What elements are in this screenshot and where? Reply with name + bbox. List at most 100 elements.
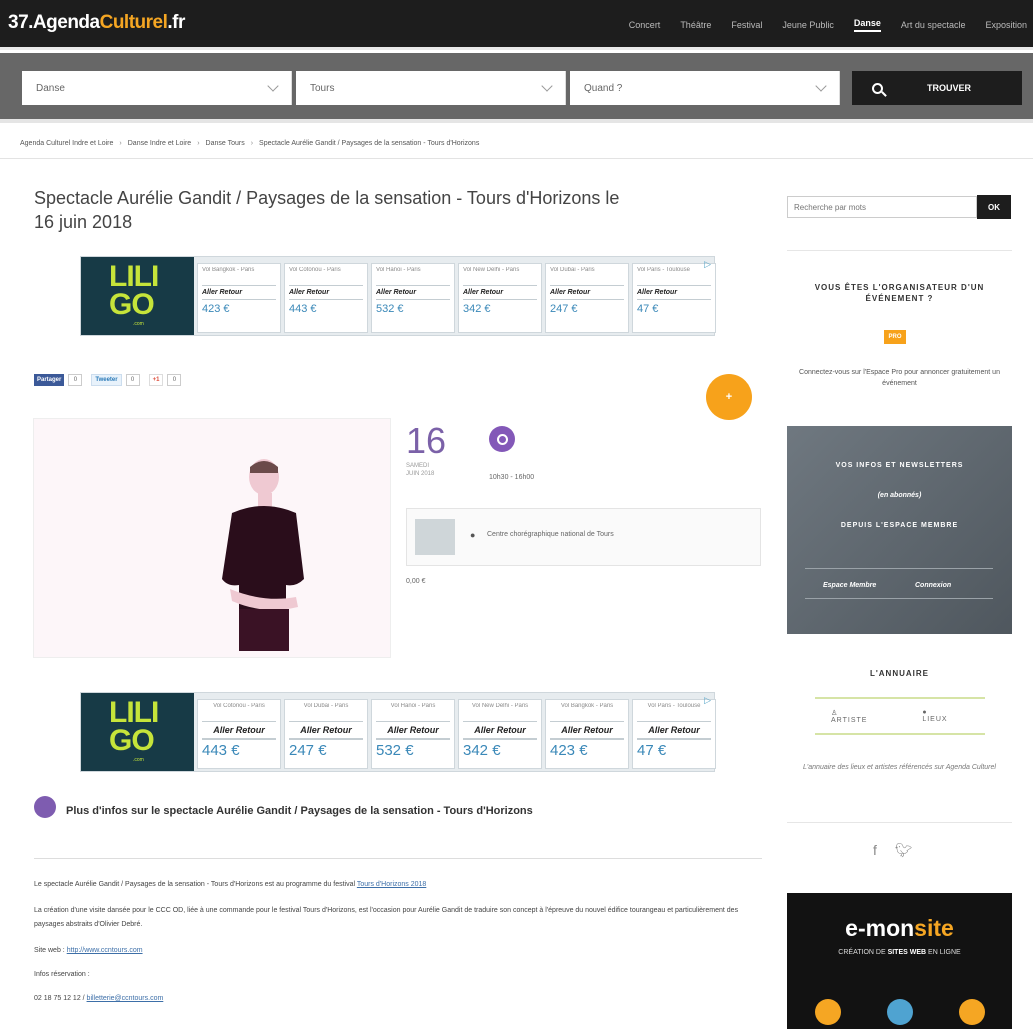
feature-icon [959, 999, 985, 1025]
clock-icon [489, 426, 515, 452]
breadcrumb-item[interactable]: Agenda Culturel Indre et Loire [20, 140, 113, 147]
breadcrumb-separator: › [119, 140, 122, 147]
offer-label: Aller Retour [202, 285, 276, 300]
emonsite-tagline-text: EN LIGNE [926, 949, 961, 956]
offer-label: Aller Retour [550, 285, 624, 300]
emonsite-logo-text: e-mon [845, 915, 915, 941]
nav-concert[interactable]: Concert [629, 20, 661, 30]
tweet-label: Tweeter [95, 377, 118, 383]
user-icon: ♙ [831, 709, 839, 717]
member-space-link[interactable]: Espace Membre [823, 582, 876, 589]
keyword-search-input[interactable] [787, 196, 977, 218]
divider [787, 822, 1012, 823]
page-title: Spectacle Aurélie Gandit / Paysages de l… [34, 188, 620, 232]
offer-route: Vol Cotonou - Paris [289, 267, 341, 273]
gplus-button[interactable]: +1 [148, 374, 164, 386]
website-line: Site web : http://www.ccntours.com [34, 944, 764, 958]
logo-suffix: .fr [167, 12, 185, 33]
breadcrumb-separator: › [197, 140, 200, 147]
offer-price: 532 € [376, 739, 450, 759]
breadcrumb-item[interactable]: Danse Tours [206, 140, 245, 147]
facebook-share-button[interactable]: Partager [34, 374, 65, 386]
search-band: Danse Tours Quand ? TROUVER [0, 53, 1033, 123]
directory-tabs: ♙ ARTISTE ● LIEUX [815, 697, 985, 735]
venues-tab[interactable]: ● LIEUX [914, 709, 977, 723]
adchoices-icon[interactable]: ▷ [704, 259, 711, 270]
nav-jeune-public[interactable]: Jeune Public [782, 20, 834, 30]
emonsite-icons [815, 999, 985, 1025]
gplus-count: 0 [167, 374, 182, 386]
ad-offer[interactable]: Vol Hanoi - Paris Aller Retour 532 € [371, 699, 455, 769]
venue-thumbnail [415, 519, 455, 555]
category-select[interactable]: Danse [22, 71, 292, 105]
ad-offers: Vol Cotonou - Paris Aller Retour 443 € Vol… [197, 699, 719, 769]
nav-exposition[interactable]: Exposition [985, 20, 1027, 30]
offer-price: 342 € [463, 303, 491, 315]
venue-name[interactable]: Centre chorégraphique national de Tours [487, 531, 614, 538]
contact-email-link[interactable]: billetterie@ccntours.com [87, 995, 164, 1002]
offer-label: Aller Retour [637, 285, 711, 300]
emonsite-ad[interactable]: e-monsite CRÉATION DE SITES WEB EN LIGNE [787, 893, 1012, 1029]
ad-offer[interactable]: Vol Bangkok - Paris Aller Retour 423 € [197, 263, 281, 333]
feature-icon [815, 999, 841, 1025]
organizer-text[interactable]: Connectez-vous sur l'Espace Pro pour ann… [787, 367, 1012, 389]
ad-offer[interactable]: Vol Paris - Toulouse Aller Retour 47 € [632, 263, 716, 333]
find-button-label: TROUVER [927, 83, 972, 93]
twitter-icon[interactable]: 🐦︎ [895, 842, 913, 858]
ad-brand-logo: LILI GO .com [81, 257, 194, 335]
ad-offer[interactable]: Vol Cotonou - Paris Aller Retour 443 € [284, 263, 368, 333]
ad-offer[interactable]: Vol Bangkok - Paris Aller Retour 423 € [545, 699, 629, 769]
venue-card[interactable]: ● Centre chorégraphique national de Tour… [406, 508, 761, 566]
banner-ad-bottom[interactable]: LILI GO .com Vol Cotonou - Paris Aller Re… [80, 692, 716, 772]
ad-offer[interactable]: Vol Cotonou - Paris Aller Retour 443 € [197, 699, 281, 769]
nav-festival[interactable]: Festival [731, 20, 762, 30]
city-select-value: Tours [310, 83, 335, 94]
festival-link[interactable]: Tours d'Horizons 2018 [357, 881, 426, 888]
website-link[interactable]: http://www.ccntours.com [67, 947, 143, 954]
info-icon [34, 796, 56, 818]
nav-theatre[interactable]: Théâtre [680, 20, 711, 30]
newsletter-title: VOS INFOS ET NEWSLETTERS [835, 462, 964, 469]
find-button[interactable]: TROUVER [852, 71, 1022, 105]
ad-offer[interactable]: Vol Hanoi - Paris Aller Retour 532 € [371, 263, 455, 333]
keyword-search-ok-button[interactable]: OK [977, 195, 1011, 219]
ad-offer[interactable]: Vol Paris - Toulouse Aller Retour 47 € [632, 699, 716, 769]
logo-brand: Agenda [32, 12, 100, 33]
banner-ad-top[interactable]: LILI GO .com Vol Bangkok - Paris Aller Re… [80, 256, 716, 336]
ad-offers: Vol Bangkok - Paris Aller Retour 423 € Vol… [197, 263, 719, 333]
nav-art-du-spectacle[interactable]: Art du spectacle [901, 20, 966, 30]
ad-offer[interactable]: Vol New Delhi - Paris Aller Retour 342 € [458, 699, 542, 769]
artists-tab[interactable]: ♙ ARTISTE [823, 709, 898, 724]
breadcrumb-item[interactable]: Danse Indre et Loire [128, 140, 191, 147]
ad-offer[interactable]: Vol New Delhi - Paris Aller Retour 342 € [458, 263, 542, 333]
city-select[interactable]: Tours [296, 71, 566, 105]
social-links: f 🐦︎ [873, 842, 931, 859]
organizer-heading: VOUS ÊTES L'ORGANISATEUR D'UN ÉVÉNEMENT … [814, 283, 985, 303]
adchoices-icon[interactable]: ▷ [704, 695, 711, 706]
tweet-button[interactable]: Tweeter [91, 374, 122, 386]
date-select[interactable]: Quand ? [570, 71, 840, 105]
ad-brand-text: LILI [109, 260, 159, 293]
ad-offer[interactable]: Vol Dubai - Paris Aller Retour 247 € [284, 699, 368, 769]
add-to-calendar-button[interactable]: + [706, 374, 752, 420]
offer-route: Vol Cotonou - Paris [213, 703, 265, 709]
facebook-icon[interactable]: f [873, 842, 877, 858]
offer-route: Vol Dubai - Paris [303, 703, 349, 709]
gplus-label: +1 [152, 377, 160, 383]
pro-badge[interactable]: PRO [884, 330, 906, 344]
emonsite-tagline-text: SITES WEB [887, 949, 927, 956]
offer-price: 443 € [289, 303, 317, 315]
offer-price: 247 € [550, 303, 578, 315]
ad-offer[interactable]: Vol Dubai - Paris Aller Retour 247 € [545, 263, 629, 333]
event-photo[interactable] [33, 418, 391, 658]
ad-brand-text: .com [133, 321, 144, 327]
nav-danse[interactable]: Danse [853, 18, 881, 32]
location-pin-icon: ● [470, 530, 476, 540]
chevron-down-icon [541, 80, 553, 92]
ad-brand-text: LILI [109, 696, 159, 729]
site-logo[interactable]: 37.AgendaCulturel.fr [8, 12, 185, 34]
emonsite-logo: e-monsite [787, 915, 1012, 942]
offer-label: Aller Retour [550, 721, 624, 739]
login-link[interactable]: Connexion [915, 582, 951, 589]
description-text: Le spectacle Aurélie Gandit / Paysages d… [34, 881, 357, 888]
